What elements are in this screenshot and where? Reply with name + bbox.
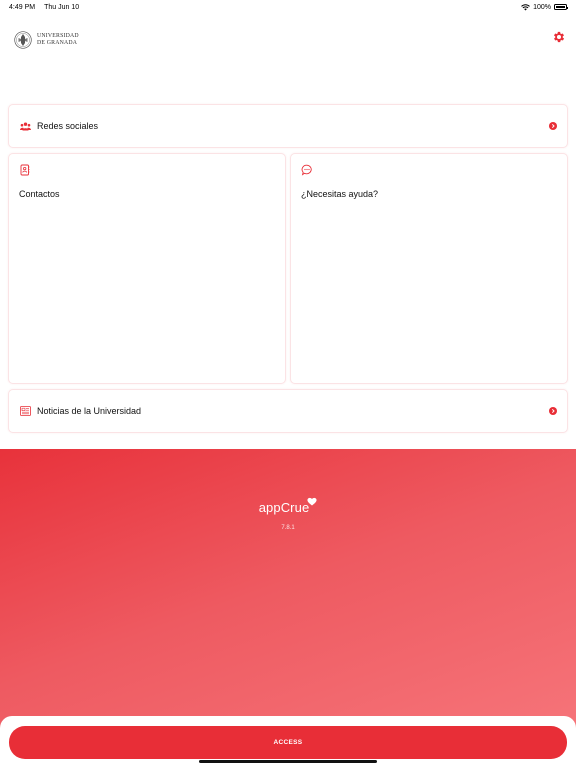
logo-line-1: UNIVERSIDAD bbox=[37, 33, 79, 40]
university-logo: UNIVERSIDAD DE GRANADA bbox=[14, 30, 566, 50]
brand-logo: appCrue bbox=[0, 497, 576, 515]
help-label: ¿Necesitas ayuda? bbox=[301, 189, 379, 199]
group-icon bbox=[19, 120, 31, 132]
status-date: Thu Jun 10 bbox=[44, 3, 80, 11]
access-button[interactable]: ACCESS bbox=[9, 726, 567, 759]
app-version: 7.8.1 bbox=[281, 525, 295, 531]
header: UNIVERSIDAD DE GRANADA bbox=[14, 30, 566, 58]
help-tile[interactable]: ¿Necesitas ayuda? bbox=[290, 153, 568, 384]
news-item[interactable]: Noticias de la Universidad bbox=[8, 389, 568, 433]
chevron-right-icon bbox=[549, 407, 557, 415]
contacts-book-icon bbox=[20, 164, 30, 176]
brand-name: appCrue bbox=[258, 500, 310, 515]
battery-percent: 100% bbox=[533, 3, 551, 11]
logo-line-2: DE GRANADA bbox=[37, 40, 78, 46]
status-time: 4:49 PM bbox=[9, 3, 36, 11]
contacts-tile[interactable]: Contactos bbox=[8, 153, 286, 384]
social-networks-label: Redes sociales bbox=[37, 121, 99, 131]
heart-icon bbox=[307, 497, 317, 506]
news-icon bbox=[19, 405, 31, 417]
status-bar: 4:49 PM Thu Jun 10 100% bbox=[0, 0, 576, 14]
crest-icon bbox=[14, 31, 32, 49]
news-label: Noticias de la Universidad bbox=[37, 406, 142, 416]
chat-help-icon bbox=[301, 164, 312, 176]
wifi-icon bbox=[521, 3, 530, 10]
battery-icon bbox=[554, 4, 568, 10]
gear-icon[interactable] bbox=[552, 30, 566, 44]
contacts-label: Contactos bbox=[19, 189, 60, 199]
chevron-right-icon bbox=[549, 122, 557, 130]
social-networks-item[interactable]: Redes sociales bbox=[8, 104, 568, 148]
home-indicator bbox=[199, 760, 377, 763]
